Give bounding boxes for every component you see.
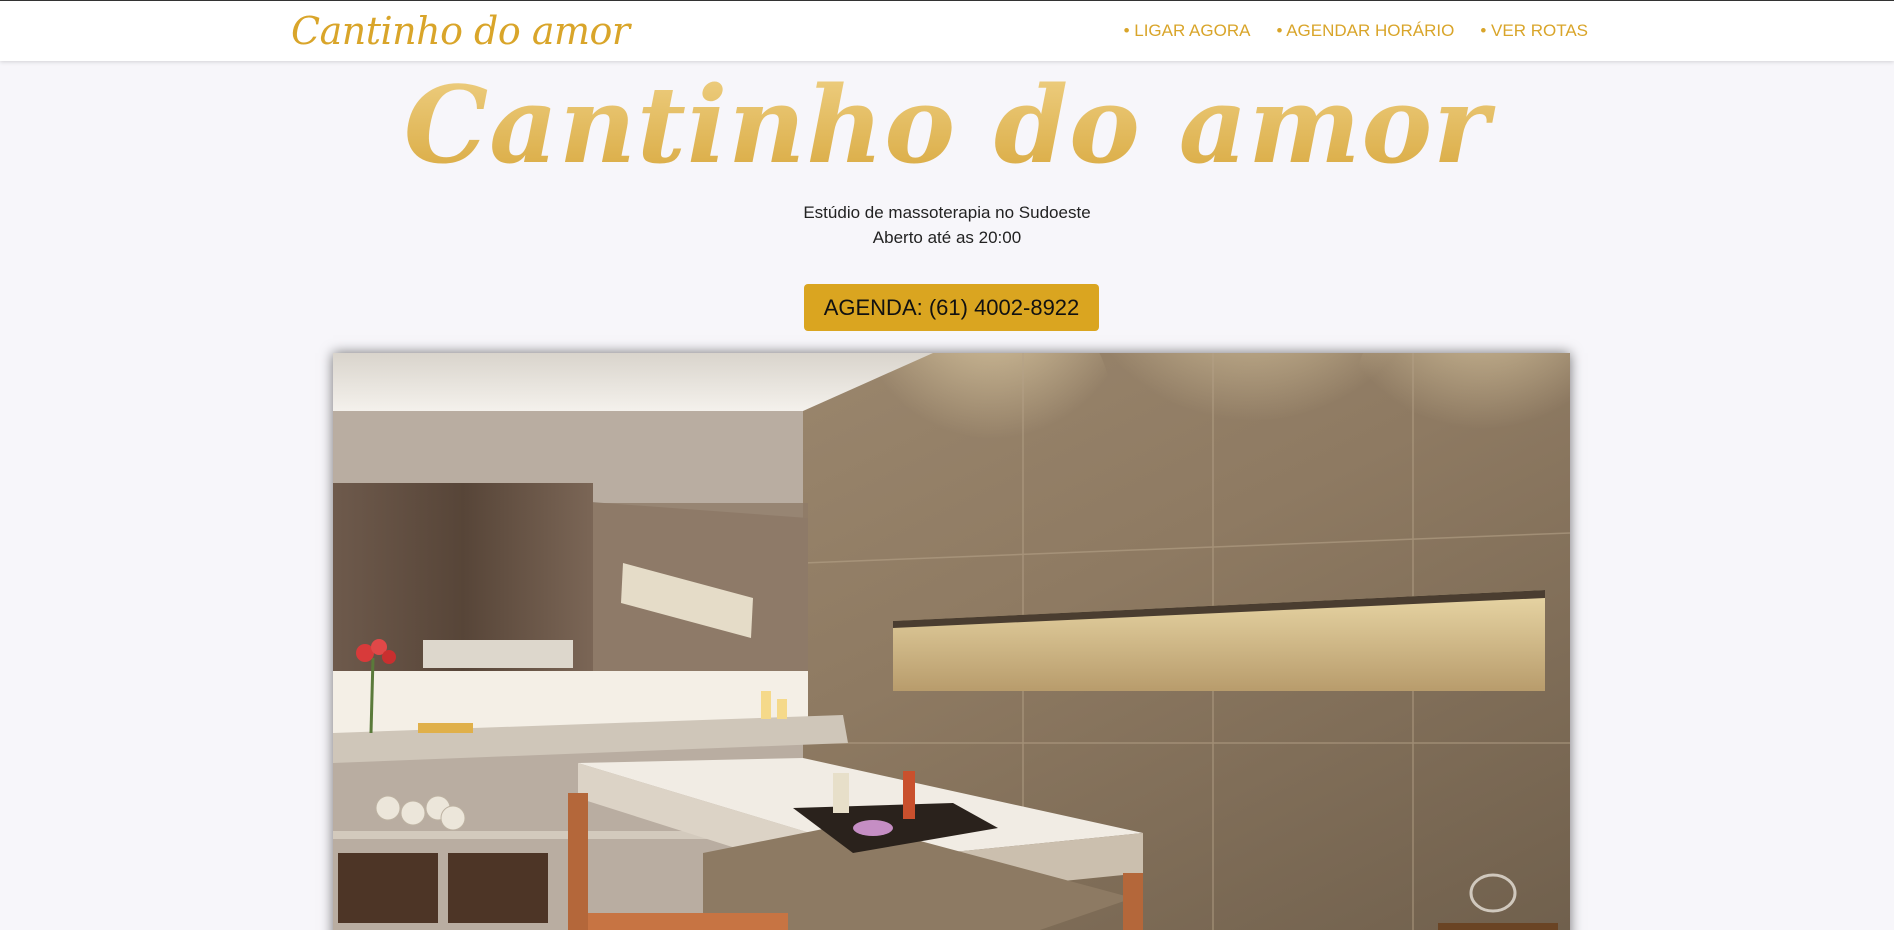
nav-link-ver-rotas[interactable]: • VER ROTAS (1480, 21, 1588, 41)
nav-links: • LIGAR AGORA • AGENDAR HORÁRIO • VER RO… (1124, 21, 1588, 41)
nav-link-ligar-agora[interactable]: • LIGAR AGORA (1124, 21, 1251, 41)
subtitle-hours: Aberto até as 20:00 (872, 228, 1022, 247)
nav-link-agendar-horario[interactable]: • AGENDAR HORÁRIO (1276, 21, 1454, 41)
schedule-phone-button[interactable]: AGENDA: (61) 4002-8922 (804, 284, 1099, 331)
hero-title: Cantinho do amor (0, 62, 1894, 187)
navbar-logo[interactable]: Cantinho do amor (291, 9, 630, 53)
navbar: Cantinho do amor • LIGAR AGORA • AGENDAR… (0, 0, 1894, 61)
subtitle-description: Estúdio de massoterapia no Sudoeste (803, 203, 1091, 222)
hero-subtitle: Estúdio de massoterapia no Sudoeste Aber… (0, 200, 1894, 250)
spa-room-photo (333, 353, 1570, 930)
